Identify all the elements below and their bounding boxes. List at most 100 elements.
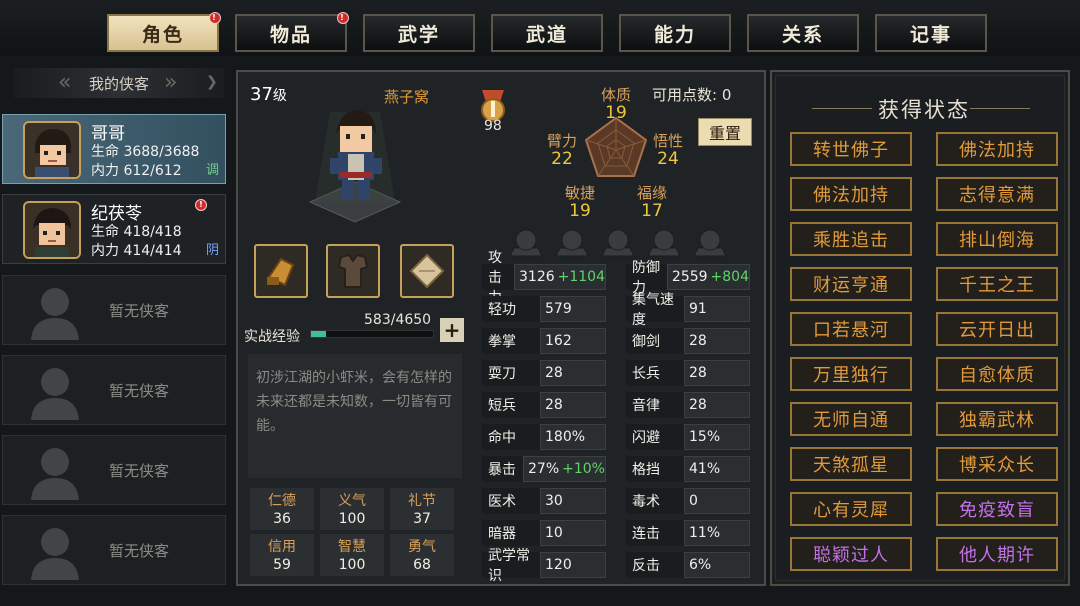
manual-slot[interactable] (400, 244, 454, 298)
silhouette-icon (31, 288, 79, 340)
stat-combo: 连击 11% (626, 520, 750, 546)
reset-button[interactable]: 重置 (698, 118, 752, 146)
silhouette-icon (31, 448, 79, 500)
character-sprite (308, 110, 402, 223)
stat-attack: 攻击力3126+1104 (482, 250, 606, 306)
status-badge[interactable]: 佛法加持 (790, 177, 912, 211)
available-points: 可用点数: 0 (652, 86, 732, 104)
stat-changbing: 长兵 28 (626, 360, 750, 386)
alert-badge: ! (195, 199, 207, 211)
stat-shuadao: 耍刀 28 (482, 360, 606, 386)
status-badge[interactable]: 博采众长 (936, 447, 1058, 481)
hero-card-jifuling[interactable]: 纪茯苓 ! 生命 418/418 内力 414/414 阴 (2, 194, 226, 264)
virtue-yiqi: 义气 100 (320, 488, 384, 530)
stat-counter: 反击 6% (626, 552, 750, 578)
exp-value: 583/4650 (364, 312, 432, 328)
attr-wuxing: 悟性 24 (652, 132, 683, 169)
attribute-radar (584, 116, 648, 177)
exp-bar (310, 330, 434, 338)
stat-defense: 防御力 2559 +804 (626, 260, 750, 296)
hero-tag: 阴 (205, 243, 219, 258)
chevron-right-icon[interactable]: » (164, 70, 177, 95)
hero-list-header: « 我的侠客 » ❯ (14, 68, 224, 98)
tab-martial-way[interactable]: 武道 (491, 14, 603, 52)
status-badge[interactable]: 财运亨通 (790, 267, 912, 301)
status-badge[interactable]: 聪颖过人 (790, 537, 912, 571)
glove-slot[interactable] (254, 244, 308, 298)
meridian-slots (509, 229, 727, 257)
character-description: 初涉江湖的小虾米，会有怎样的未来还都是未知数，一切皆有可能。 (248, 354, 462, 478)
empty-hero-slot[interactable]: 暂无侠客 (2, 275, 226, 345)
status-badge[interactable]: 无师自通 (790, 402, 912, 436)
hero-list-title: 我的侠客 (88, 74, 149, 93)
status-badge[interactable]: 万里独行 (790, 357, 912, 391)
status-badge[interactable]: 天煞孤星 (790, 447, 912, 481)
tab-items[interactable]: 物品! (235, 12, 349, 52)
armor-icon (337, 253, 369, 288)
status-badge[interactable]: 自愈体质 (936, 357, 1058, 391)
hero-card-gege[interactable]: 哥哥 生命 3688/3688 内力 612/612 调 (2, 114, 226, 184)
alert-badge: ! (337, 12, 349, 24)
stat-crit: 暴击 27% +10% (482, 456, 606, 482)
attr-bili: 臂力 22 (546, 132, 577, 169)
hero-avatar (23, 121, 81, 179)
armor-slot[interactable] (326, 244, 380, 298)
status-badge[interactable]: 千王之王 (936, 267, 1058, 301)
virtue-zhihui: 智慧 100 (320, 534, 384, 576)
virtue-rende: 仁德 36 (250, 488, 314, 530)
attr-fuyuan: 福缘 17 (636, 184, 667, 221)
empty-hero-slot[interactable]: 暂无侠客 (2, 515, 226, 585)
scroll-icon (409, 253, 445, 289)
stat-quanzhang: 拳掌 162 (482, 328, 606, 354)
status-badge[interactable]: 独霸武林 (936, 402, 1058, 436)
medal-icon (481, 90, 505, 122)
arrow-right-icon[interactable]: ❯ (206, 74, 218, 90)
stat-martial-knowledge: 武学常识 120 (482, 548, 606, 584)
empty-slot-label: 暂无侠客 (109, 382, 170, 400)
hero-mp: 内力 612/612 (91, 163, 182, 179)
tab-journal[interactable]: 记事 (875, 14, 987, 52)
medal-value: 98 (484, 118, 502, 134)
silhouette-icon (31, 528, 79, 580)
chevron-left-icon[interactable]: « (58, 70, 71, 95)
status-badge[interactable]: 志得意满 (936, 177, 1058, 211)
tab-character[interactable]: 角色! (107, 12, 221, 52)
status-badge[interactable]: 佛法加持 (936, 132, 1058, 166)
status-badge[interactable]: 心有灵犀 (790, 492, 912, 526)
hero-hp: 生命 418/418 (91, 224, 182, 240)
status-badge[interactable]: 云开日出 (936, 312, 1058, 346)
stat-yujian: 御剑 28 (626, 328, 750, 354)
status-badge[interactable]: 免疫致盲 (936, 492, 1058, 526)
status-badge[interactable]: 他人期许 (936, 537, 1058, 571)
hero-tag: 调 (205, 163, 219, 178)
exp-label: 实战经验 (244, 329, 300, 345)
level-display: 37级 (250, 84, 287, 105)
status-badge[interactable]: 排山倒海 (936, 222, 1058, 256)
virtue-lijie: 礼节 37 (390, 488, 454, 530)
stat-hit: 命中 180% (482, 424, 606, 450)
empty-slot-label: 暂无侠客 (109, 462, 170, 480)
empty-hero-slot[interactable]: 暂无侠客 (2, 355, 226, 425)
hero-hp: 生命 3688/3688 (91, 144, 200, 160)
empty-hero-slot[interactable]: 暂无侠客 (2, 435, 226, 505)
stat-medicine: 医术 30 (482, 488, 606, 514)
hero-avatar (23, 201, 81, 259)
stat-duanbing: 短兵 28 (482, 392, 606, 418)
stat-dodge: 闪避 15% (626, 424, 750, 450)
status-badge[interactable]: 口若悬河 (790, 312, 912, 346)
status-badge[interactable]: 乘胜追击 (790, 222, 912, 256)
status-title: 获得状态 (878, 98, 970, 122)
exp-bar-fill (311, 331, 327, 337)
character-panel: 37级 燕子窝 98 体质 19 臂力 22 悟性 24 敏捷 19 福缘 17 可用点数… (236, 70, 766, 586)
silhouette-icon (31, 368, 79, 420)
tab-abilities[interactable]: 能力 (619, 14, 731, 52)
stat-block: 格挡 41% (626, 456, 750, 482)
virtue-xinyong: 信用 59 (250, 534, 314, 576)
status-badge[interactable]: 转世佛子 (790, 132, 912, 166)
stat-charge-speed: 集气速度 91 (626, 292, 750, 328)
tab-martial-arts[interactable]: 武学 (363, 14, 475, 52)
stat-music: 音律 28 (626, 392, 750, 418)
add-exp-button[interactable]: + (440, 318, 464, 342)
tab-relations[interactable]: 关系 (747, 14, 859, 52)
stat-hidden-weapon: 暗器 10 (482, 520, 606, 546)
